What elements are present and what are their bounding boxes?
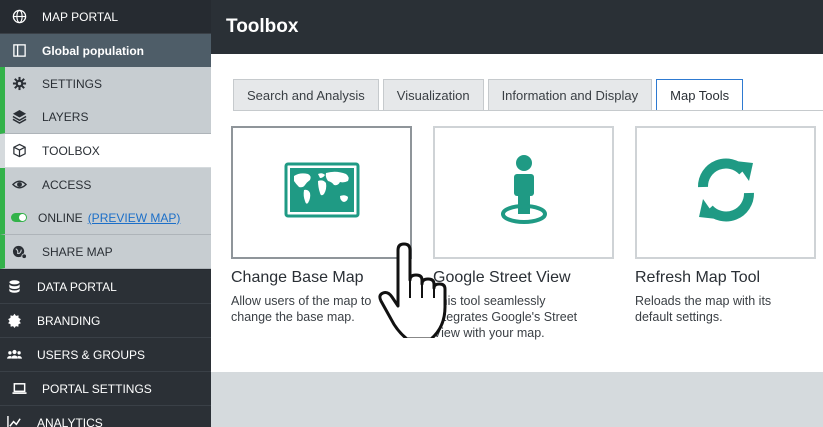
sidebar-item-portal-settings[interactable]: PORTAL SETTINGS [0, 372, 211, 406]
badge-icon [5, 312, 23, 330]
sidebar-item-label: ACCESS [42, 177, 92, 192]
page-title: Toolbox [226, 16, 299, 37]
gear-icon [10, 75, 28, 93]
refresh-icon [693, 157, 759, 228]
tab-search-and-analysis[interactable]: Search and Analysis [233, 79, 379, 110]
sidebar-item-label: USERS & GROUPS [37, 347, 146, 362]
tool-card-box[interactable] [433, 126, 614, 259]
eye-icon [10, 176, 28, 194]
sidebar: MAP PORTAL Global population SETTINGS LA… [0, 0, 212, 427]
share-globe-icon [10, 243, 28, 261]
database-icon [5, 278, 23, 296]
sidebar-item-label: PORTAL SETTINGS [42, 381, 152, 396]
sidebar-item-share-map[interactable]: SHARE MAP [0, 235, 211, 269]
hand-cursor-icon [374, 242, 454, 341]
preview-map-link[interactable]: (PREVIEW MAP) [88, 211, 181, 225]
sidebar-item-label: BRANDING [37, 313, 101, 328]
chart-icon [5, 414, 23, 427]
sidebar-item-label: TOOLBOX [42, 143, 100, 158]
sidebar-item-map-portal[interactable]: MAP PORTAL [0, 0, 211, 34]
tool-card-google-street-view[interactable]: Google Street View This tool seamlessly … [433, 126, 614, 341]
sidebar-item-access[interactable]: ACCESS [0, 168, 211, 202]
book-icon [10, 42, 28, 60]
tool-card-box[interactable] [635, 126, 816, 259]
sidebar-item-global-population[interactable]: Global population [0, 34, 211, 68]
sidebar-item-label: MAP PORTAL [42, 9, 119, 24]
globe-icon [10, 8, 28, 26]
tool-title: Refresh Map Tool [635, 269, 761, 286]
tool-description: Allow users of the map to change the bas… [231, 294, 372, 324]
header: Toolbox [211, 0, 823, 54]
sidebar-item-users-groups[interactable]: USERS & GROUPS [0, 338, 211, 372]
sidebar-item-label: ANALYTICS [37, 415, 103, 427]
tab-information-and-display[interactable]: Information and Display [487, 79, 653, 110]
tool-title: Google Street View [433, 269, 571, 286]
sidebar-item-label: LAYERS [42, 109, 89, 124]
sidebar-item-label: ONLINE [38, 210, 83, 225]
street-view-icon [499, 154, 549, 231]
box-icon [10, 142, 28, 160]
tab-divider [233, 110, 823, 111]
tab-visualization[interactable]: Visualization [382, 79, 484, 110]
sidebar-item-data-portal[interactable]: DATA PORTAL [0, 270, 211, 304]
sidebar-item-label: DATA PORTAL [37, 279, 117, 294]
layers-icon [10, 108, 28, 126]
tool-card-refresh-map-tool[interactable]: Refresh Map Tool Reloads the map with it… [635, 126, 816, 325]
sidebar-item-label: SHARE MAP [42, 244, 113, 259]
tool-description: This tool seamlessly integrates Google's… [433, 294, 578, 340]
users-icon [5, 346, 23, 364]
toggle-icon[interactable] [10, 209, 28, 227]
main-panel: Toolbox Search and Analysis Visualizatio… [211, 0, 823, 427]
tool-description: Reloads the map with its default setting… [635, 294, 772, 324]
laptop-icon [10, 380, 28, 398]
sidebar-item-toolbox[interactable]: TOOLBOX [0, 134, 212, 168]
world-map-icon [284, 162, 360, 223]
sidebar-item-analytics[interactable]: ANALYTICS [0, 406, 211, 427]
tab-bar: Search and Analysis Visualization Inform… [233, 79, 747, 111]
sidebar-item-label: SETTINGS [42, 76, 103, 91]
tab-map-tools[interactable]: Map Tools [656, 79, 744, 111]
tool-card-box[interactable] [231, 126, 412, 259]
sidebar-item-settings[interactable]: SETTINGS [0, 67, 211, 101]
sidebar-item-online[interactable]: ONLINE (PREVIEW MAP) [0, 201, 211, 235]
toolbox-content: Search and Analysis Visualization Inform… [211, 54, 823, 372]
sidebar-item-branding[interactable]: BRANDING [0, 304, 211, 338]
sidebar-item-layers[interactable]: LAYERS [0, 100, 211, 134]
sidebar-item-label: Global population [42, 43, 144, 58]
